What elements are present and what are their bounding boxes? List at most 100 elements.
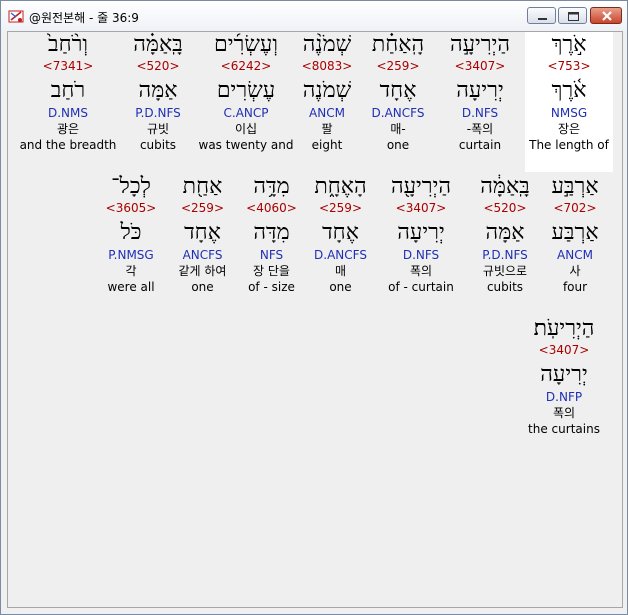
english-gloss: one xyxy=(191,280,214,294)
word-block[interactable]: הַיְרִיעֹֽת׃ <3407> יְרִיעָה D.NFP 폭의 th… xyxy=(518,316,610,437)
morphology-code: D.ANCFS xyxy=(371,106,425,120)
english-gloss: cubits xyxy=(139,138,177,152)
word-block[interactable]: וְעֶשְׂרִ֜ים <6242> עֶשְׂרִים C.ANCP 이십 … xyxy=(198,32,294,153)
strong-number[interactable]: <8083> xyxy=(294,58,360,74)
korean-gloss: 폭의 xyxy=(409,264,433,278)
word-block[interactable]: הַיְרִיעָ֖ה <3407> יְרִיעָה D.NFS 폭의 of … xyxy=(377,174,465,295)
morphology-code: NMSG xyxy=(550,106,588,120)
english-gloss: eight xyxy=(311,138,343,152)
korean-gloss: 팔 xyxy=(321,122,333,136)
window-title: @원전본해 - 줄 36:9 xyxy=(29,11,139,25)
korean-gloss: 사 xyxy=(569,264,581,278)
korean-gloss: -폭의 xyxy=(466,122,494,136)
strong-number[interactable]: <702> xyxy=(545,200,605,216)
word-block[interactable]: אֹ֣רֶךְ <753> אֹ֫רֶךְ NMSG 장은 The length… xyxy=(525,32,613,172)
word-block[interactable]: הַיְרִיעָ֣ה <3407> יְרִיעָה D.NFS -폭의 cu… xyxy=(436,32,524,153)
strong-number[interactable]: <259> xyxy=(166,200,239,216)
hebrew-word: הַיְרִיעָ֣ה xyxy=(449,32,511,57)
morphology-code: NFS xyxy=(259,248,284,262)
word-block[interactable]: שְׁמֹנֶ֨ה <8083> שְׁמֹנֶה ANCM 팔 eight xyxy=(294,32,360,153)
word-block[interactable]: בָּֽאַמָּ֔ה <520> אַמָּה P.D.NFS 규빗으로 cu… xyxy=(465,174,545,295)
hebrew-word: הַיְרִיעֹֽת׃ xyxy=(533,316,595,341)
korean-gloss: 매 xyxy=(334,264,347,278)
morphology-code: D.ANCFS xyxy=(314,248,367,262)
lexical-form: יְרִיעָה xyxy=(540,362,588,387)
hebrew-word: אַרְבַּ֣ע xyxy=(551,174,599,199)
maximize-button[interactable] xyxy=(558,7,587,24)
english-gloss: and the breadth xyxy=(19,138,117,152)
english-gloss: of - curtain xyxy=(388,280,454,294)
english-gloss: one xyxy=(386,138,410,152)
hebrew-word: וְעֶשְׂרִ֜ים xyxy=(214,32,278,57)
english-gloss: was twenty and xyxy=(198,138,294,152)
word-block[interactable]: לְכָל־ <3605> כֹּל P.NMSG 각 were all xyxy=(96,174,166,295)
strong-number[interactable]: <3605> xyxy=(96,200,166,216)
strong-number[interactable]: <259> xyxy=(360,58,436,74)
strong-number[interactable]: <259> xyxy=(304,200,377,216)
morphology-code: P.D.NFS xyxy=(135,106,181,120)
morphology-code: ANCM xyxy=(557,248,593,262)
lexical-form: שְׁמֹנֶה xyxy=(302,78,352,103)
title-bar[interactable]: @원전본해 - 줄 36:9 xyxy=(1,1,627,31)
hebrew-word: בָּֽאַמָּ֗ה xyxy=(133,32,183,57)
lexical-form: יְרִיעָה xyxy=(456,78,504,103)
bible-app-icon xyxy=(8,10,24,23)
english-gloss: curtain xyxy=(458,138,502,152)
word-block[interactable]: אַרְבַּ֣ע <702> אַרְבַּע ANCM 사 four xyxy=(545,174,605,295)
hebrew-word: וְרֹ֨חַב֙ xyxy=(47,32,89,57)
strong-number[interactable]: <3407> xyxy=(518,342,610,358)
hebrew-word: אַחַ֖ת xyxy=(182,174,223,199)
morphology-code: D.NFS xyxy=(461,106,499,120)
korean-gloss: 규빗으로 xyxy=(482,264,528,278)
strong-number[interactable]: <3407> xyxy=(436,58,524,74)
morphology-code: D.NFS xyxy=(402,248,440,262)
hebrew-word: מִדָּ֥ה xyxy=(253,174,290,199)
lexical-form: אֶחָד xyxy=(184,220,221,245)
english-gloss: four xyxy=(562,280,588,294)
hebrew-word: לְכָל־ xyxy=(111,174,151,199)
strong-number[interactable]: <520> xyxy=(118,58,198,74)
korean-gloss: 각 xyxy=(125,264,137,278)
korean-gloss: 규빗 xyxy=(146,122,170,136)
lexical-form: אֹ֫רֶךְ xyxy=(551,78,587,103)
lexical-form: אֶחָד xyxy=(379,78,417,103)
word-block[interactable]: וְרֹ֨חַב֙ <7341> רֹחַב D.NMS 광은 and the … xyxy=(18,32,118,153)
strong-number[interactable]: <520> xyxy=(465,200,545,216)
morphology-code: ANCFS xyxy=(182,248,223,262)
word-block[interactable]: מִדָּ֥ה <4060> מִדָּה NFS 장 단을 of - size xyxy=(239,174,304,295)
lexical-form: אַמָּה xyxy=(138,78,178,103)
lexical-form: אַמָּה xyxy=(485,220,525,245)
interlinear-panel[interactable]: אֹ֣רֶךְ <753> אֹ֫רֶךְ NMSG 장은 The length… xyxy=(7,31,623,608)
word-block[interactable]: אַחַ֖ת <259> אֶחָד ANCFS 같게 하여 one xyxy=(166,174,239,295)
english-gloss: were all xyxy=(107,280,155,294)
english-gloss: the curtains xyxy=(528,422,600,436)
english-gloss: of - size xyxy=(248,280,295,294)
morphology-code: P.NMSG xyxy=(108,248,154,262)
close-icon xyxy=(602,11,612,21)
close-button[interactable] xyxy=(590,7,622,24)
strong-number[interactable]: <753> xyxy=(525,58,613,74)
lexical-form: רֹחַב xyxy=(50,78,86,103)
english-gloss: The length of xyxy=(529,138,609,152)
word-block[interactable]: הָאֶחָ֑ת <259> אֶחָד D.ANCFS 매 one xyxy=(304,174,377,295)
hebrew-word: שְׁמֹנֶ֨ה xyxy=(302,32,352,57)
lexical-form: עֶשְׂרִים xyxy=(216,78,276,103)
korean-gloss: 장 단을 xyxy=(253,264,290,278)
minimize-button[interactable] xyxy=(527,7,556,24)
lexical-form: יְרִיעָה xyxy=(397,220,445,245)
strong-number[interactable]: <3407> xyxy=(377,200,465,216)
morphology-code: P.D.NFS xyxy=(482,248,528,262)
word-block[interactable]: הָֽאַחַ֗ת <259> אֶחָד D.ANCFS 매- one xyxy=(360,32,436,153)
strong-number[interactable]: <4060> xyxy=(239,200,304,216)
lexical-form: אַרְבַּע xyxy=(551,220,599,245)
strong-number[interactable]: <6242> xyxy=(198,58,294,74)
korean-gloss: 광은 xyxy=(56,122,80,136)
english-gloss: cubits xyxy=(486,280,524,294)
morphology-code: ANCM xyxy=(309,106,345,120)
word-block[interactable]: בָּֽאַמָּ֗ה <520> אַמָּה P.D.NFS 규빗 cubi… xyxy=(118,32,198,153)
korean-gloss: 폭의 xyxy=(552,406,576,420)
app-window: @원전본해 - 줄 36:9 אֹ֣רֶךְ <753> אֹ֫רֶךְ NMS… xyxy=(0,0,628,615)
strong-number[interactable]: <7341> xyxy=(18,58,118,74)
lexical-form: אֶחָד xyxy=(322,220,359,245)
morphology-code: D.NFP xyxy=(545,390,583,404)
